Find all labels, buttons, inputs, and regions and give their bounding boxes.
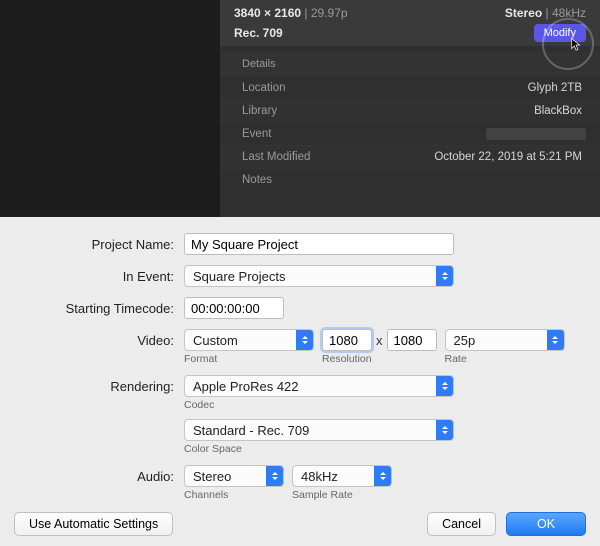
- video-width-input[interactable]: [322, 329, 372, 351]
- detail-label: Location: [234, 82, 354, 94]
- detail-row-notes: Notes: [220, 168, 600, 191]
- use-automatic-settings-button[interactable]: Use Automatic Settings: [14, 512, 173, 536]
- viewer-area: [0, 0, 220, 217]
- dropdown-arrows-icon: [436, 420, 453, 440]
- detail-row-event: Event: [220, 122, 600, 145]
- sublabel-rate: Rate: [445, 353, 565, 365]
- project-color-profile: Rec. 709: [234, 26, 283, 40]
- dropdown-arrows-icon: [436, 376, 453, 396]
- inspector-panel: 3840 × 2160 | 29.97p Stereo | 48kHz Rec.…: [0, 0, 600, 217]
- video-format-value: Custom: [193, 333, 238, 348]
- detail-row-last-modified: Last Modified October 22, 2019 at 5:21 P…: [220, 145, 600, 168]
- detail-label: Notes: [234, 174, 354, 186]
- rendering-codec-select[interactable]: Apple ProRes 422: [184, 375, 454, 397]
- label-rendering: Rendering:: [14, 375, 184, 394]
- sublabel-sample-rate: Sample Rate: [292, 489, 392, 501]
- video-rate-select[interactable]: 25p: [445, 329, 565, 351]
- project-info-panel: 3840 × 2160 | 29.97p Stereo | 48kHz Rec.…: [220, 0, 600, 217]
- dropdown-arrows-icon: [547, 330, 564, 350]
- dialog-footer: Use Automatic Settings Cancel OK: [14, 512, 586, 536]
- audio-channels-select[interactable]: Stereo: [184, 465, 284, 487]
- label-in-event: In Event:: [14, 265, 184, 284]
- sublabel-channels: Channels: [184, 489, 284, 501]
- sublabel-codec: Codec: [184, 399, 454, 411]
- dropdown-arrows-icon: [374, 466, 391, 486]
- label-audio: Audio:: [14, 465, 184, 484]
- modify-button[interactable]: Modify: [534, 24, 586, 42]
- rendering-codec-value: Apple ProRes 422: [193, 379, 299, 394]
- detail-value-empty: [354, 128, 586, 140]
- video-rate-value: 25p: [454, 333, 476, 348]
- dimension-separator: x: [376, 333, 383, 348]
- rendering-colorspace-select[interactable]: Standard - Rec. 709: [184, 419, 454, 441]
- sublabel-color-space: Color Space: [184, 443, 454, 455]
- audio-samplerate-select[interactable]: 48kHz: [292, 465, 392, 487]
- details-section: Details Location Glyph 2TB Library Black…: [220, 46, 600, 191]
- info-header: 3840 × 2160 | 29.97p Stereo | 48kHz Rec.…: [220, 0, 600, 46]
- label-starting-timecode: Starting Timecode:: [14, 297, 184, 316]
- details-heading: Details: [220, 52, 600, 76]
- rendering-colorspace-value: Standard - Rec. 709: [193, 423, 309, 438]
- detail-label: Last Modified: [234, 151, 354, 163]
- detail-label: Library: [234, 105, 354, 117]
- in-event-select[interactable]: Square Projects: [184, 265, 454, 287]
- label-video: Video:: [14, 329, 184, 348]
- cancel-button[interactable]: Cancel: [427, 512, 496, 536]
- dropdown-arrows-icon: [266, 466, 283, 486]
- dropdown-arrows-icon: [436, 266, 453, 286]
- audio-channels-value: Stereo: [193, 469, 231, 484]
- dropdown-arrows-icon: [296, 330, 313, 350]
- video-height-input[interactable]: [387, 329, 437, 351]
- project-settings-dialog: Project Name: In Event: Square Projects …: [0, 217, 600, 546]
- detail-value: BlackBox: [354, 105, 586, 117]
- detail-row-library: Library BlackBox: [220, 99, 600, 122]
- sublabel-format: Format: [184, 353, 314, 365]
- audio-samplerate-value: 48kHz: [301, 469, 338, 484]
- project-resolution: 3840 × 2160 | 29.97p: [234, 6, 348, 20]
- project-audio-summary: Stereo | 48kHz: [505, 6, 586, 20]
- project-name-input[interactable]: [184, 233, 454, 255]
- in-event-value: Square Projects: [193, 269, 286, 284]
- label-project-name: Project Name:: [14, 233, 184, 252]
- starting-timecode-input[interactable]: [184, 297, 284, 319]
- detail-value: October 22, 2019 at 5:21 PM: [354, 151, 586, 163]
- detail-value: [354, 174, 586, 186]
- detail-label: Event: [234, 128, 354, 140]
- video-format-select[interactable]: Custom: [184, 329, 314, 351]
- detail-row-location: Location Glyph 2TB: [220, 76, 600, 99]
- detail-value: Glyph 2TB: [354, 82, 586, 94]
- ok-button[interactable]: OK: [506, 512, 586, 536]
- sublabel-resolution: Resolution: [322, 353, 437, 365]
